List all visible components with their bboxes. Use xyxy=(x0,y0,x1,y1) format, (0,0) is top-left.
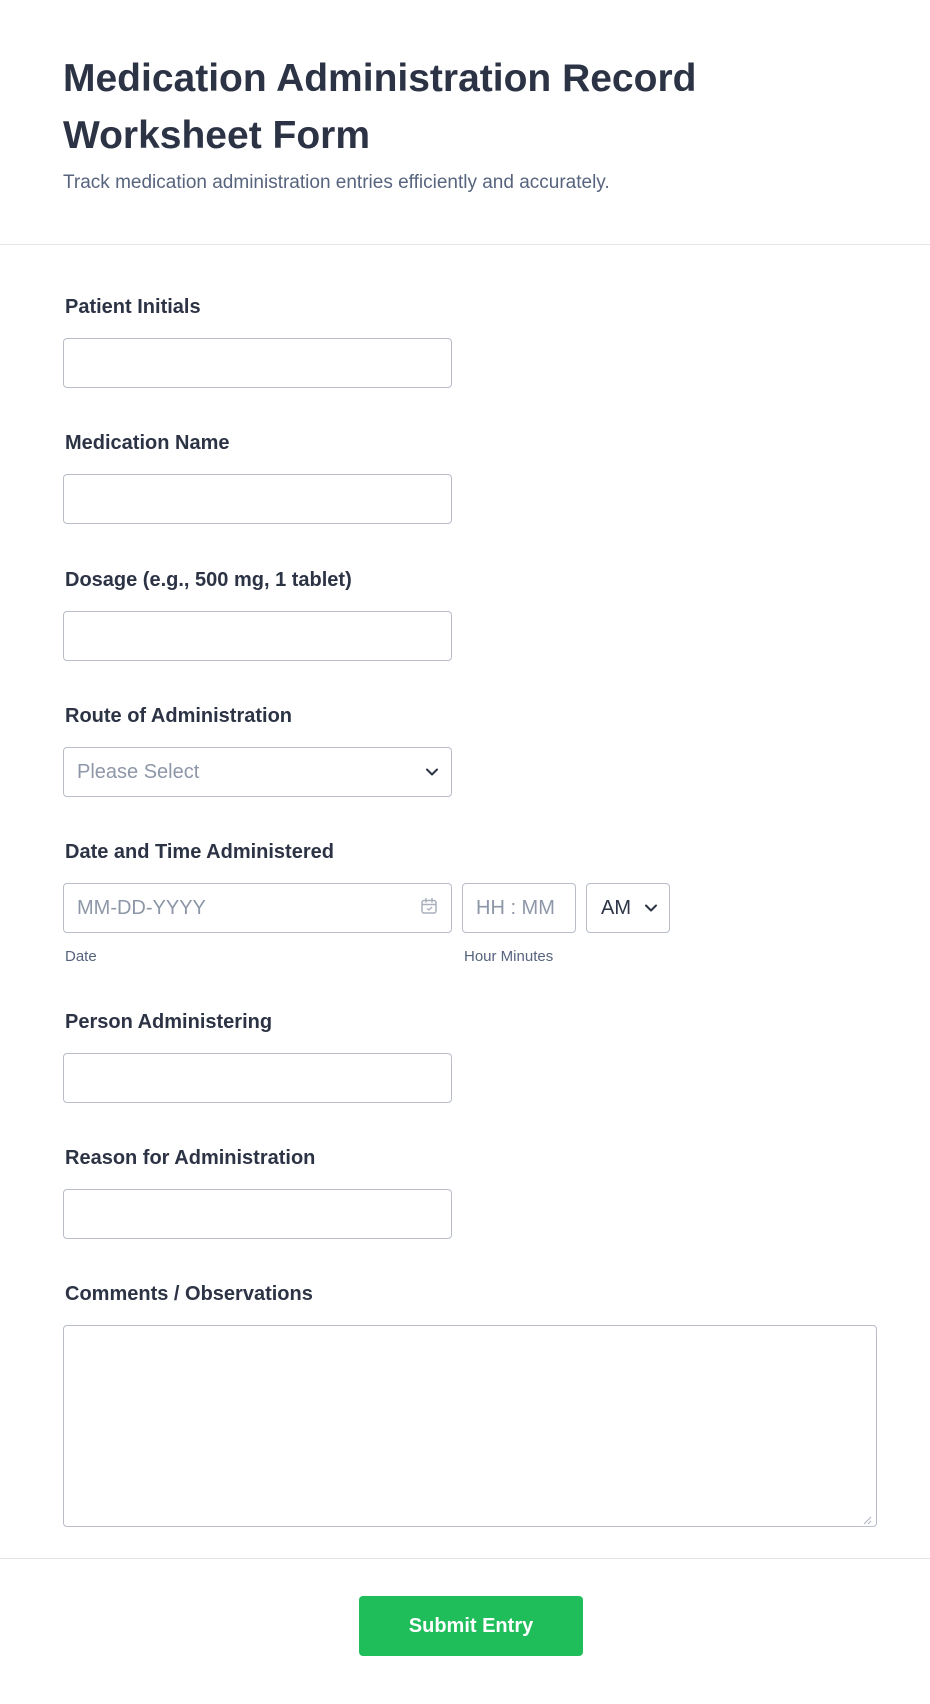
dosage-label: Dosage (e.g., 500 mg, 1 tablet) xyxy=(65,569,352,591)
page-title: Medication Administration Record Workshe… xyxy=(63,57,697,157)
patient-initials-input[interactable] xyxy=(63,338,452,388)
route-select-placeholder: Please Select xyxy=(77,760,200,783)
person-administering-input[interactable] xyxy=(63,1053,452,1103)
comments-label: Comments / Observations xyxy=(65,1283,313,1305)
ampm-select[interactable]: AM xyxy=(586,883,670,933)
time-sublabel: Hour Minutes xyxy=(464,948,554,965)
medication-name-label: Medication Name xyxy=(65,432,230,454)
date-input[interactable]: MM-DD-YYYY xyxy=(63,883,452,933)
route-label: Route of Administration xyxy=(65,705,293,727)
form-header: Medication Administration Record Workshe… xyxy=(0,0,930,245)
chevron-down-icon xyxy=(426,766,438,778)
date-placeholder: MM-DD-YYYY xyxy=(77,896,206,919)
reason-label: Reason for Administration xyxy=(65,1147,316,1169)
person-administering-label: Person Administering xyxy=(65,1011,273,1033)
datetime-label: Date and Time Administered xyxy=(65,841,334,863)
comments-textarea[interactable] xyxy=(63,1325,877,1527)
route-select[interactable]: Please Select xyxy=(63,747,452,797)
submit-button[interactable]: Submit Entry xyxy=(359,1596,583,1656)
time-input[interactable]: HH : MM xyxy=(462,883,576,933)
footer-divider xyxy=(0,1558,930,1559)
resize-grip-icon[interactable] xyxy=(862,1512,872,1525)
chevron-down-icon xyxy=(645,902,657,914)
calendar-icon[interactable] xyxy=(420,897,438,920)
reason-input[interactable] xyxy=(63,1189,452,1239)
time-placeholder: HH : MM xyxy=(476,896,555,919)
page-subtitle: Track medication administration entries … xyxy=(63,172,610,193)
date-sublabel: Date xyxy=(65,948,97,965)
dosage-input[interactable] xyxy=(63,611,452,661)
ampm-value: AM xyxy=(601,896,631,919)
form-page: Medication Administration Record Workshe… xyxy=(0,0,930,1704)
medication-name-input[interactable] xyxy=(63,474,452,524)
patient-initials-label: Patient Initials xyxy=(65,296,201,318)
